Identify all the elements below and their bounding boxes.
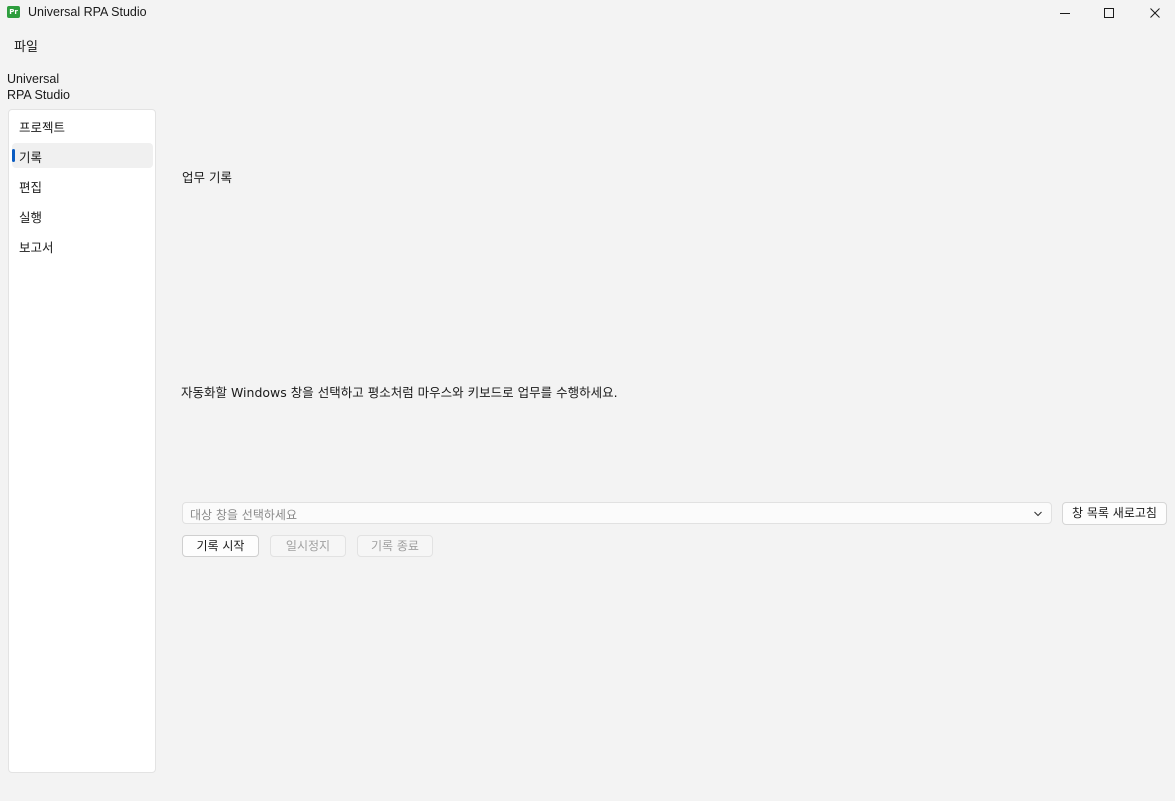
refresh-window-list-button[interactable]: 창 목록 새로고침 xyxy=(1062,502,1167,525)
pause-button[interactable]: 일시정지 xyxy=(270,535,346,557)
active-indicator xyxy=(12,149,15,162)
sidebar-item-edit[interactable]: 편집 xyxy=(12,173,153,198)
sidebar-item-label: 편집 xyxy=(19,180,43,195)
close-button[interactable] xyxy=(1132,0,1175,26)
close-icon xyxy=(1150,8,1160,18)
stop-recording-button[interactable]: 기록 종료 xyxy=(357,535,433,557)
sidebar-item-label: 실행 xyxy=(19,210,43,225)
sidebar: 프로젝트 기록 편집 실행 보고서 xyxy=(8,109,156,773)
page-title: 업무 기록 xyxy=(182,170,232,185)
brand-title: Universal RPA Studio xyxy=(7,71,97,103)
minimize-button[interactable] xyxy=(1042,0,1088,26)
window-title: Universal RPA Studio xyxy=(28,5,147,19)
menu-file[interactable]: 파일 xyxy=(14,36,38,55)
minimize-icon xyxy=(1060,13,1070,14)
title-bar: Pr Universal RPA Studio xyxy=(0,0,1175,26)
maximize-button[interactable] xyxy=(1086,0,1132,26)
sidebar-item-record[interactable]: 기록 xyxy=(12,143,153,168)
sidebar-item-label: 프로젝트 xyxy=(19,120,66,135)
maximize-icon xyxy=(1104,8,1114,18)
sidebar-item-label: 기록 xyxy=(19,150,43,165)
sidebar-item-project[interactable]: 프로젝트 xyxy=(12,113,153,138)
app-logo-icon: Pr xyxy=(7,6,20,18)
start-recording-button[interactable]: 기록 시작 xyxy=(182,535,259,557)
select-placeholder: 대상 창을 선택하세요 xyxy=(190,508,297,522)
chevron-down-icon xyxy=(1034,511,1042,517)
instruction-text: 자동화할 Windows 창을 선택하고 평소처럼 마우스와 키보드로 업무를 … xyxy=(181,385,618,400)
sidebar-item-report[interactable]: 보고서 xyxy=(12,233,153,258)
sidebar-item-label: 보고서 xyxy=(19,240,54,255)
brand-line-1: Universal xyxy=(7,72,60,86)
target-window-select[interactable]: 대상 창을 선택하세요 xyxy=(182,502,1052,524)
brand-line-2: RPA Studio xyxy=(7,88,71,102)
sidebar-item-run[interactable]: 실행 xyxy=(12,203,153,228)
